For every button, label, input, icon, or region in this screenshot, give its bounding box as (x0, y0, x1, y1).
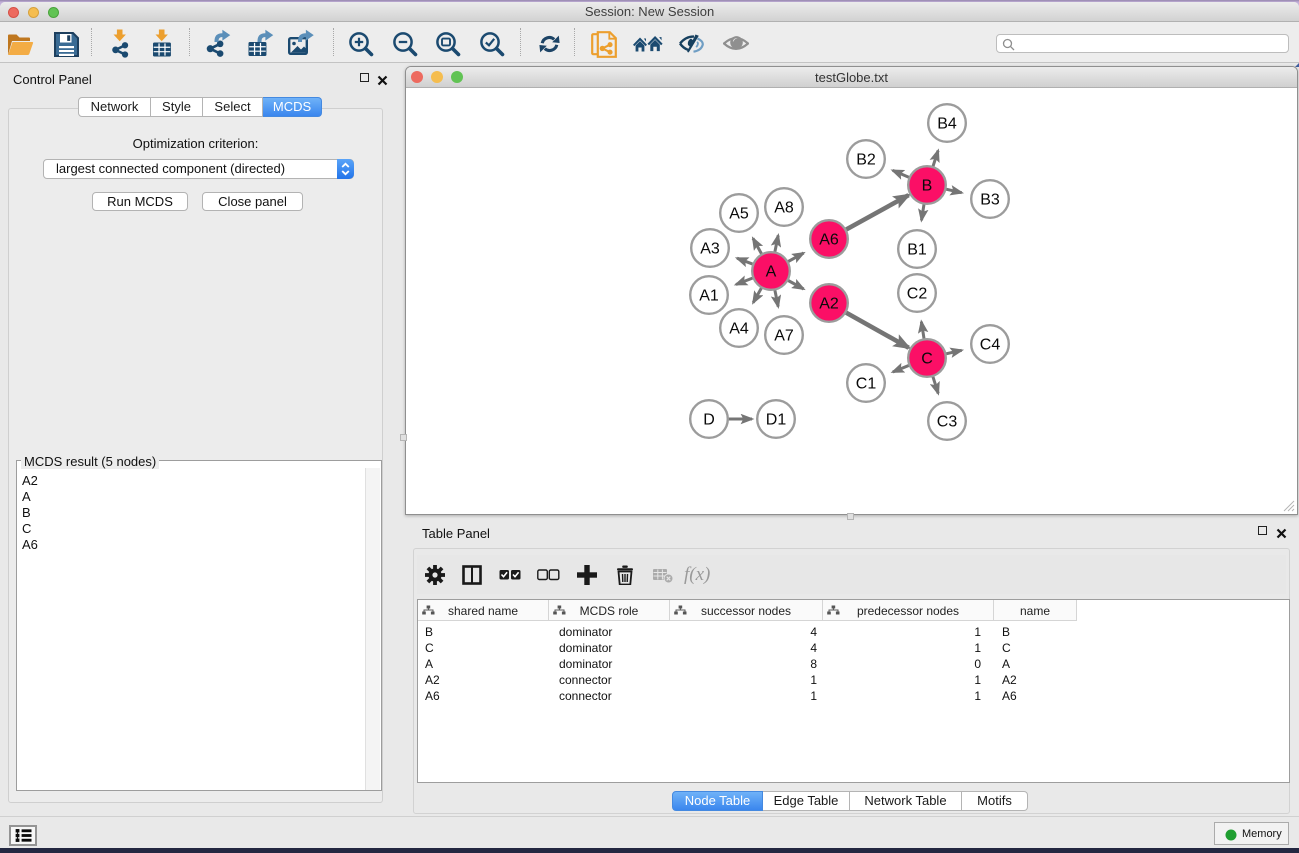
svg-text:A7: A7 (774, 328, 794, 345)
svg-text:A1: A1 (699, 288, 719, 305)
svg-text:D1: D1 (766, 412, 787, 429)
svg-text:B1: B1 (907, 242, 927, 259)
svg-text:A6: A6 (819, 232, 839, 249)
svg-text:C3: C3 (937, 414, 958, 431)
svg-text:C2: C2 (907, 286, 928, 303)
svg-text:A4: A4 (729, 321, 749, 338)
svg-text:A: A (766, 264, 777, 281)
svg-text:A5: A5 (729, 206, 749, 223)
svg-text:B: B (922, 178, 933, 195)
svg-text:A2: A2 (819, 296, 839, 313)
svg-text:C4: C4 (980, 337, 1001, 354)
svg-text:B3: B3 (980, 192, 1000, 209)
svg-text:D: D (703, 412, 715, 429)
svg-text:A8: A8 (774, 200, 794, 217)
svg-text:A3: A3 (700, 241, 720, 258)
svg-text:C1: C1 (856, 376, 877, 393)
svg-text:B2: B2 (856, 152, 876, 169)
svg-text:B4: B4 (937, 116, 957, 133)
svg-text:C: C (921, 351, 933, 368)
